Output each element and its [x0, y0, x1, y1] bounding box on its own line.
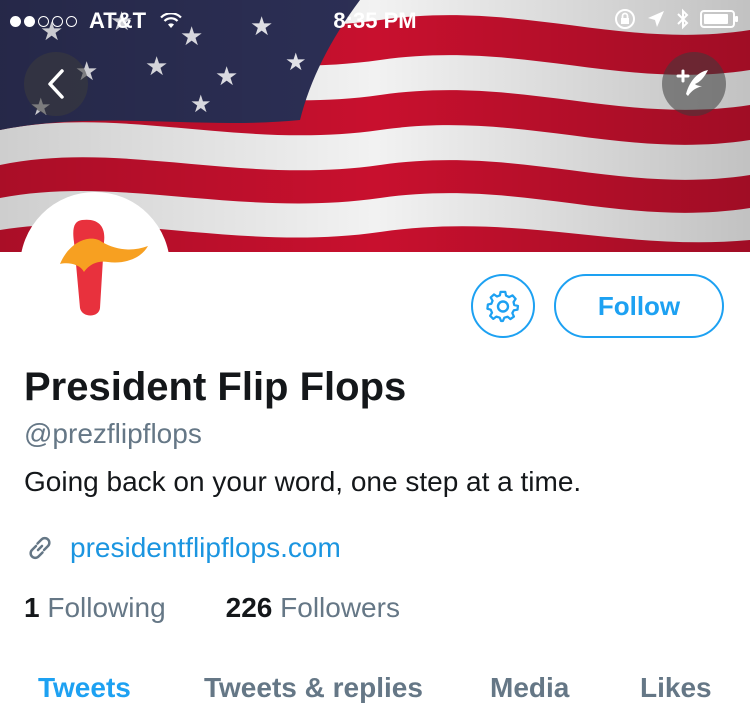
location-icon — [648, 11, 664, 27]
tab-tweets[interactable]: Tweets — [38, 672, 131, 704]
website-row: presidentflipflops.com — [24, 532, 341, 564]
followers-count: 226 — [225, 592, 273, 623]
website-link[interactable]: presidentflipflops.com — [70, 532, 341, 564]
compose-tweet-icon — [676, 69, 708, 96]
chevron-left-icon — [48, 69, 64, 99]
following-label: Following — [47, 592, 166, 623]
battery-icon — [700, 10, 738, 28]
status-right — [614, 8, 740, 30]
user-handle: @prezflipflops — [24, 418, 202, 449]
status-bar: AT&T 8:35 PM — [0, 0, 750, 40]
followers-stat[interactable]: 226 Followers — [226, 592, 400, 624]
follow-button[interactable]: Follow — [554, 274, 724, 338]
back-button[interactable] — [24, 52, 88, 116]
followers-label: Followers — [280, 592, 400, 623]
link-icon — [29, 536, 51, 560]
settings-button[interactable] — [471, 274, 535, 338]
profile-bio: Going back on your word, one step at a t… — [24, 466, 582, 497]
follow-stats: 1 Following 226 Followers — [24, 592, 400, 624]
orientation-lock-icon — [615, 9, 635, 29]
gear-icon — [486, 290, 520, 323]
tab-likes[interactable]: Likes — [640, 672, 712, 704]
flip-flop-logo-icon — [60, 219, 148, 316]
following-count: 1 — [24, 592, 40, 623]
tab-media[interactable]: Media — [490, 672, 569, 704]
compose-tweet-button[interactable] — [662, 52, 726, 116]
profile-avatar[interactable] — [20, 192, 170, 342]
following-stat[interactable]: 1 Following — [24, 592, 166, 624]
tab-tweets-and-replies[interactable]: Tweets & replies — [204, 672, 423, 704]
profile-tabs: Tweets Tweets & replies Media Likes — [0, 668, 750, 726]
bluetooth-icon — [677, 8, 689, 30]
display-name: President Flip Flops — [24, 365, 407, 409]
